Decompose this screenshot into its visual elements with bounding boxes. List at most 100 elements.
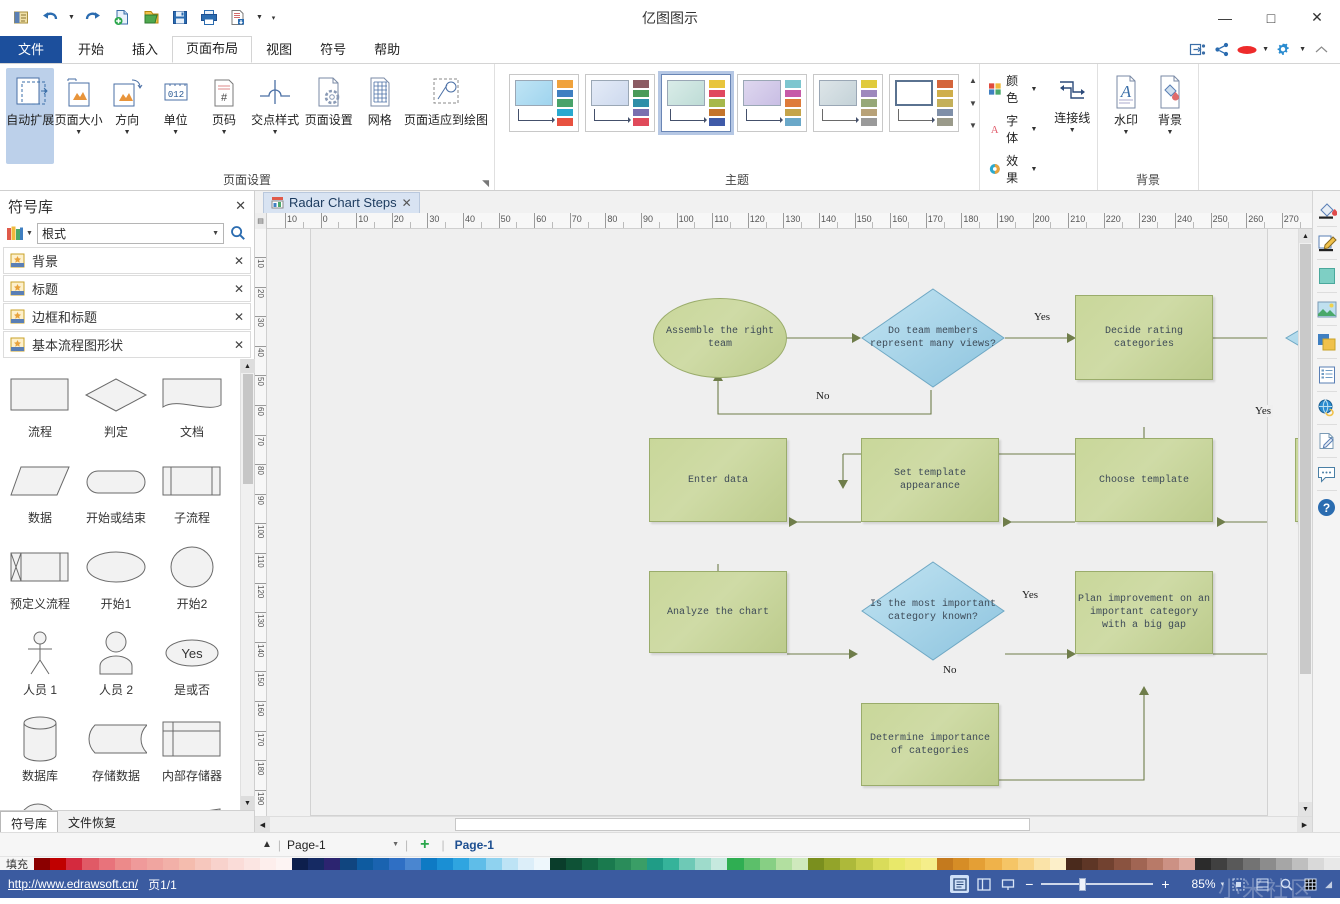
minimize-button[interactable]: — xyxy=(1202,0,1248,36)
page-setup-dialog-launcher[interactable]: ◥ xyxy=(482,173,489,193)
color-swatch[interactable] xyxy=(356,857,373,870)
orientation-button[interactable]: 方向 ▼ xyxy=(103,68,151,139)
drawing-page[interactable]: Assemble the right team Do team members … xyxy=(311,229,1298,815)
shape-stored-data[interactable]: 存储数据 xyxy=(78,709,154,795)
pen-edit-icon[interactable] xyxy=(1315,228,1339,258)
color-swatch[interactable] xyxy=(243,857,260,870)
tab-help[interactable]: 帮助 xyxy=(360,37,414,63)
page-size-caret[interactable]: ▼ xyxy=(75,127,82,139)
page-number-button[interactable]: # 页码 ▼ xyxy=(200,68,248,139)
color-swatch[interactable] xyxy=(130,857,147,870)
split-view-button[interactable] xyxy=(974,875,993,893)
color-swatch[interactable] xyxy=(727,857,744,870)
category-title[interactable]: 标题 ✕ xyxy=(3,275,251,302)
node-important-category-known-decision[interactable]: Is the most important category known? xyxy=(861,561,1005,661)
fill-color-icon[interactable] xyxy=(1315,195,1339,225)
export-image-icon[interactable] xyxy=(1186,39,1208,61)
color-swatch[interactable] xyxy=(662,857,679,870)
node-decide-rating-categories[interactable]: Decide rating categories xyxy=(1075,295,1213,380)
tab-symbols[interactable]: 符号 xyxy=(306,37,360,63)
color-swatch[interactable] xyxy=(937,857,954,870)
theme-colors-caret[interactable]: ▼ xyxy=(1031,86,1038,93)
theme-fonts-caret[interactable]: ▼ xyxy=(1031,126,1038,133)
resize-grip[interactable]: ◢ xyxy=(1325,879,1332,890)
scroll-left-icon[interactable]: ◀ xyxy=(255,817,270,832)
tab-view[interactable]: 视图 xyxy=(252,37,306,63)
undo-dropdown-caret[interactable]: ▼ xyxy=(66,5,77,31)
color-swatch[interactable] xyxy=(1114,857,1131,870)
scrollbar-thumb[interactable] xyxy=(242,374,253,484)
color-swatch[interactable] xyxy=(1195,857,1212,870)
theme-gallery-up[interactable]: ▲ xyxy=(967,76,979,85)
page-size-button[interactable]: 页面大小 ▼ xyxy=(54,68,103,139)
node-determine-importance[interactable]: Determine importance of categories xyxy=(861,703,999,786)
color-swatch[interactable] xyxy=(469,857,486,870)
page-number-caret[interactable]: ▼ xyxy=(221,127,228,139)
horizontal-ruler[interactable]: 10 0 10 20 30 40 50 60 70 80 90 100 110 120 130 140 150 1… xyxy=(267,213,1312,229)
color-swatch[interactable] xyxy=(1098,857,1115,870)
zoom-dropdown-caret[interactable]: ▾ xyxy=(1221,880,1225,888)
color-swatch[interactable] xyxy=(566,857,583,870)
color-swatch[interactable] xyxy=(292,857,309,870)
normal-view-button[interactable] xyxy=(950,875,970,893)
color-swatch[interactable] xyxy=(259,857,276,870)
color-swatch[interactable] xyxy=(582,857,599,870)
background-button[interactable]: 背景 ▼ xyxy=(1148,68,1192,139)
shape-direct-data[interactable]: 直接数据 xyxy=(78,795,154,810)
color-swatch[interactable] xyxy=(856,857,873,870)
color-swatch[interactable] xyxy=(1178,857,1195,870)
tab-file[interactable]: 文件 xyxy=(0,36,63,63)
shape-subprocess[interactable]: 子流程 xyxy=(154,451,230,537)
color-swatch[interactable] xyxy=(550,857,567,870)
color-swatch[interactable] xyxy=(1259,857,1276,870)
node-criteria-clear-decision[interactable]: Are criteria clear? xyxy=(1285,291,1298,385)
theme-gallery-down[interactable]: ▼ xyxy=(967,99,979,108)
color-swatch[interactable] xyxy=(517,857,534,870)
zoom-slider[interactable] xyxy=(1041,877,1154,891)
orientation-caret[interactable]: ▼ xyxy=(124,127,131,139)
color-swatch[interactable] xyxy=(372,857,389,870)
image-icon[interactable] xyxy=(1315,294,1339,324)
color-swatch[interactable] xyxy=(1082,857,1099,870)
close-button[interactable]: ✕ xyxy=(1294,0,1340,36)
zoom-knob[interactable] xyxy=(1079,878,1087,891)
color-swatch[interactable] xyxy=(679,857,696,870)
category-basic-flowchart[interactable]: 基本流程图形状 ✕ xyxy=(3,331,251,358)
units-caret[interactable]: ▼ xyxy=(172,127,179,139)
color-swatch[interactable] xyxy=(888,857,905,870)
color-swatch[interactable] xyxy=(66,857,83,870)
color-swatch[interactable] xyxy=(340,857,357,870)
shape-fill-icon[interactable] xyxy=(1315,261,1339,291)
theme-3[interactable] xyxy=(658,71,734,135)
library-dropdown[interactable]: ▼ xyxy=(6,225,33,242)
close-icon[interactable]: ✕ xyxy=(402,196,412,210)
hscroll-track[interactable] xyxy=(270,818,1297,831)
vertical-ruler[interactable]: 10 20 30 40 50 60 70 80 90 100 110 120 130 140 150 160 1… xyxy=(255,229,267,816)
color-swatch[interactable] xyxy=(485,857,502,870)
theme-effects-button[interactable]: 效果 ▼ xyxy=(986,150,1043,188)
node-team-views-decision[interactable]: Do team members represent many views? xyxy=(861,288,1005,388)
color-swatch[interactable] xyxy=(1130,857,1147,870)
save-icon[interactable] xyxy=(167,5,193,31)
cloud-icon[interactable] xyxy=(1236,39,1258,61)
export-icon[interactable] xyxy=(225,5,251,31)
page-select[interactable]: Page-1 ▼ xyxy=(287,838,399,852)
color-swatch[interactable] xyxy=(1017,857,1034,870)
comment-icon[interactable] xyxy=(1315,459,1339,489)
scrollbar-thumb[interactable] xyxy=(1300,244,1311,674)
color-swatch[interactable] xyxy=(211,857,228,870)
shape-process[interactable]: 流程 xyxy=(2,365,78,451)
new-icon[interactable] xyxy=(109,5,135,31)
background-caret[interactable]: ▼ xyxy=(1167,127,1174,139)
shape-internal-storage[interactable]: 内部存储器 xyxy=(154,709,230,795)
color-swatch[interactable] xyxy=(324,857,341,870)
color-swatch[interactable] xyxy=(421,857,438,870)
theme-colors-button[interactable]: 颜色 ▼ xyxy=(986,70,1043,108)
color-swatch[interactable] xyxy=(904,857,921,870)
theme-4[interactable] xyxy=(737,74,807,132)
units-button[interactable]: 012 单位 ▼ xyxy=(151,68,199,139)
color-swatch[interactable] xyxy=(227,857,244,870)
settings-dropdown-caret[interactable]: ▼ xyxy=(1298,46,1307,53)
fill-swatches[interactable] xyxy=(34,857,1340,870)
color-swatch[interactable] xyxy=(533,857,550,870)
